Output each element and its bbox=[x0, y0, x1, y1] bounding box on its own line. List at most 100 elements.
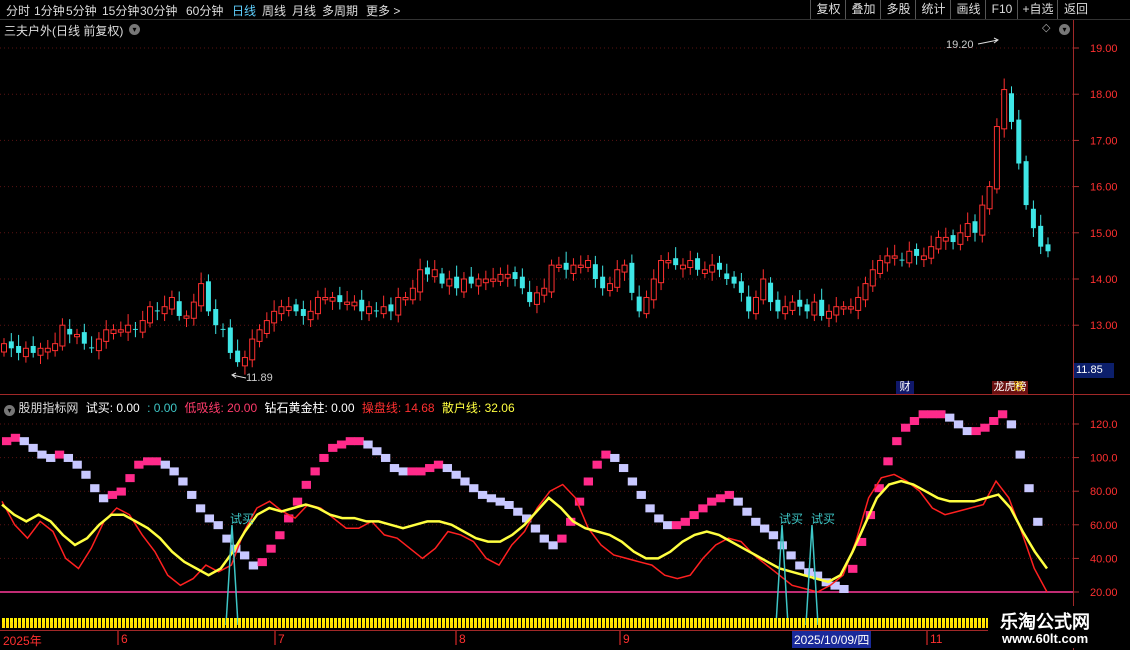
candle-body bbox=[468, 276, 474, 284]
diamond-gold-column bbox=[566, 618, 569, 622]
trend-bar bbox=[504, 501, 514, 509]
trend-bar bbox=[398, 467, 408, 476]
diamond-gold-column bbox=[942, 622, 945, 628]
trend-bar bbox=[248, 561, 259, 570]
period-tab-monthly[interactable]: 月线 bbox=[292, 2, 316, 19]
diamond-gold-column bbox=[306, 618, 309, 622]
candle-body bbox=[307, 310, 314, 321]
diamond-gold-column bbox=[194, 622, 197, 628]
trend-bar bbox=[151, 457, 162, 466]
draw-line-button[interactable]: 画线 bbox=[950, 0, 986, 19]
diamond-gold-column bbox=[78, 618, 81, 622]
diamond-gold-column bbox=[34, 622, 37, 628]
trend-bar bbox=[134, 460, 144, 469]
diamond-gold-column bbox=[898, 618, 901, 622]
period-tab-realtime[interactable]: 分时 bbox=[6, 2, 30, 19]
dragon-tiger-badge[interactable]: 龙虎榜 跌 bbox=[992, 381, 1028, 394]
diamond-gold-column bbox=[378, 618, 381, 622]
overlay-button[interactable]: 叠加 bbox=[845, 0, 881, 19]
diamond-gold-column bbox=[602, 622, 605, 628]
diamond-gold-column bbox=[710, 618, 713, 622]
diamond-gold-column bbox=[170, 622, 173, 628]
diamond-gold-column bbox=[742, 618, 745, 622]
diamond-gold-column bbox=[386, 618, 389, 622]
period-tab-5min[interactable]: 5分钟 bbox=[66, 2, 97, 19]
candle-body bbox=[8, 341, 14, 349]
trend-bar bbox=[1033, 517, 1043, 526]
diamond-gold-column bbox=[850, 622, 853, 628]
diamond-gold-column bbox=[78, 622, 81, 628]
candle-body bbox=[67, 328, 73, 335]
period-tab-weekly[interactable]: 周线 bbox=[262, 2, 286, 19]
period-tab-60min[interactable]: 60分钟 bbox=[186, 2, 223, 19]
diamond-gold-column bbox=[310, 622, 313, 628]
trend-bar bbox=[416, 467, 426, 476]
trend-bar bbox=[10, 433, 21, 442]
candle-body bbox=[402, 296, 409, 301]
diamond-gold-column bbox=[774, 618, 777, 622]
more-menu-button[interactable]: 更多 > bbox=[366, 2, 400, 19]
indicator-value-low-line: 低吸线: 20.00 bbox=[184, 401, 258, 415]
diamond-gold-column bbox=[94, 618, 97, 622]
statistics-button[interactable]: 统计 bbox=[915, 0, 951, 19]
price-tick-label: 14.00 bbox=[1090, 274, 1118, 286]
diamond-gold-column bbox=[314, 622, 317, 628]
multi-stock-button[interactable]: 多股 bbox=[880, 0, 916, 19]
diamond-gold-column bbox=[918, 618, 921, 622]
diamond-gold-column bbox=[118, 622, 121, 628]
candle-body bbox=[460, 278, 467, 293]
diamond-gold-column bbox=[494, 622, 497, 628]
candle-body bbox=[235, 350, 241, 363]
period-tab-1min[interactable]: 1分钟 bbox=[34, 2, 65, 19]
finance-badge[interactable]: 财 bbox=[896, 381, 914, 394]
diamond-gold-column bbox=[338, 622, 341, 628]
back-button[interactable]: 返回 bbox=[1057, 0, 1094, 19]
add-favorite-button[interactable]: +自选 bbox=[1017, 0, 1058, 19]
diamond-gold-column bbox=[810, 622, 813, 628]
diamond-gold-column bbox=[138, 618, 141, 622]
chevron-down-icon[interactable]: ▾ bbox=[129, 24, 140, 35]
diamond-gold-column bbox=[642, 618, 645, 622]
f10-button[interactable]: F10 bbox=[985, 0, 1018, 19]
diamond-icon[interactable]: ◇ bbox=[1042, 21, 1050, 34]
diamond-gold-column bbox=[374, 622, 377, 628]
trend-bar bbox=[345, 437, 356, 446]
diamond-gold-column bbox=[814, 622, 817, 628]
diamond-gold-column bbox=[286, 618, 289, 622]
settings-dot-icon[interactable]: ▾ bbox=[1059, 24, 1070, 35]
diamond-gold-column bbox=[742, 622, 745, 628]
diamond-gold-column bbox=[326, 618, 329, 622]
candle-body bbox=[643, 296, 650, 315]
period-tab-30min[interactable]: 30分钟 bbox=[140, 2, 177, 19]
restore-rights-button[interactable]: 复权 bbox=[810, 0, 846, 19]
diamond-gold-column bbox=[862, 622, 865, 628]
candle-body bbox=[147, 306, 154, 324]
indicator-name[interactable]: 股朋指标网 bbox=[18, 401, 78, 415]
trend-bar bbox=[989, 417, 999, 425]
diamond-gold-column bbox=[922, 618, 925, 622]
diamond-gold-column bbox=[926, 618, 929, 622]
diamond-gold-column bbox=[682, 622, 685, 628]
diamond-gold-column bbox=[578, 622, 581, 628]
candle-body bbox=[585, 260, 592, 268]
period-tab-daily[interactable]: 日线 bbox=[232, 2, 256, 19]
indicator-menu-icon[interactable]: ▾ bbox=[4, 405, 15, 416]
diamond-gold-column bbox=[306, 622, 309, 628]
diamond-gold-column bbox=[854, 622, 857, 628]
diamond-gold-column bbox=[662, 622, 665, 628]
diamond-gold-column bbox=[466, 622, 469, 628]
candle-body bbox=[227, 327, 233, 353]
candle-body bbox=[103, 329, 110, 342]
period-tab-multi[interactable]: 多周期 bbox=[322, 2, 358, 19]
diamond-gold-column bbox=[618, 622, 621, 628]
diamond-gold-column bbox=[490, 618, 493, 622]
trend-bar bbox=[548, 541, 558, 550]
candle-body bbox=[592, 264, 598, 279]
diamond-gold-column bbox=[666, 618, 669, 622]
diamond-gold-column bbox=[566, 622, 569, 628]
candle-body bbox=[417, 269, 424, 293]
trend-bar bbox=[222, 534, 232, 543]
period-tab-15min[interactable]: 15分钟 bbox=[102, 2, 139, 19]
candle-body bbox=[271, 310, 278, 324]
candle-body bbox=[74, 333, 81, 338]
